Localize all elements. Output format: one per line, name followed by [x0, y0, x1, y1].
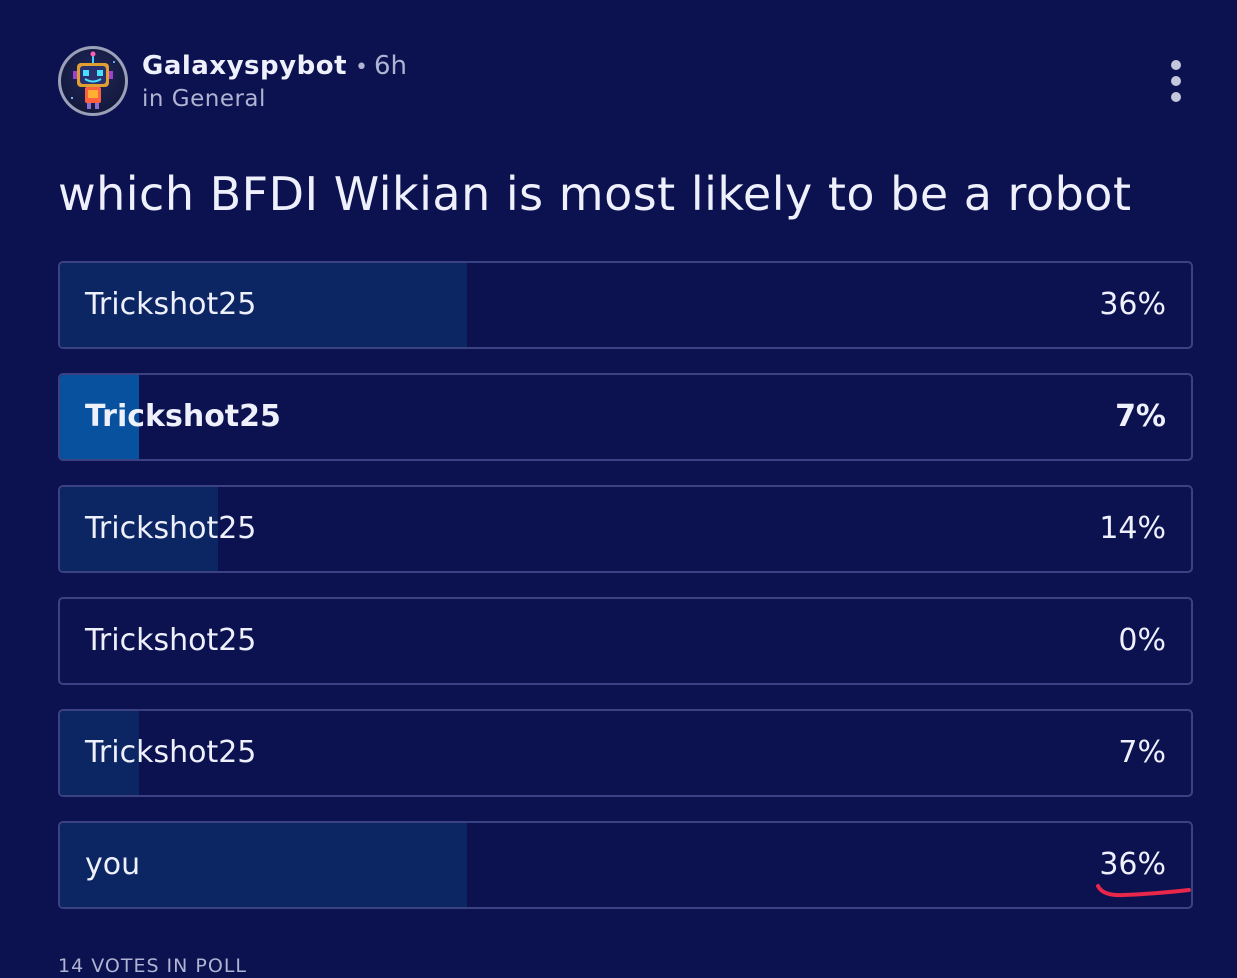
poll-options: Trickshot25 36% Trickshot25 7% Trickshot… [58, 261, 1193, 933]
more-options-button[interactable] [1159, 60, 1193, 102]
author-name[interactable]: Galaxyspybot [142, 51, 347, 81]
poll-option-percent: 7% [1115, 399, 1166, 434]
post-header: Galaxyspybot • 6h in General [58, 44, 1193, 118]
poll-option-percent: 7% [1118, 735, 1166, 770]
post-category[interactable]: in General [142, 85, 407, 113]
vertical-ellipsis-icon [1171, 60, 1181, 70]
poll-option[interactable]: Trickshot25 14% [58, 485, 1193, 573]
poll-option-label: you [85, 847, 141, 882]
poll-option[interactable]: Trickshot25 7% [58, 709, 1193, 797]
poll-option-percent: 36% [1099, 287, 1166, 322]
vote-count: 14 VOTES IN POLL [58, 955, 247, 977]
poll-option[interactable]: you 36% [58, 821, 1193, 909]
poll-option[interactable]: Trickshot25 0% [58, 597, 1193, 685]
poll-option-percent: 36% [1099, 847, 1166, 882]
poll-option-percent: 0% [1118, 623, 1166, 658]
robot-avatar-icon [61, 49, 125, 113]
poll-option-label: Trickshot25 [85, 287, 257, 322]
meta-separator: • [355, 55, 368, 80]
poll-option[interactable]: Trickshot25 7% [58, 373, 1193, 461]
avatar[interactable] [58, 46, 128, 116]
poll-option-label: Trickshot25 [85, 399, 281, 434]
poll-option-label: Trickshot25 [85, 623, 257, 658]
poll-option-label: Trickshot25 [85, 511, 257, 546]
post-meta: Galaxyspybot • 6h in General [142, 50, 407, 113]
poll-option[interactable]: Trickshot25 36% [58, 261, 1193, 349]
poll-option-label: Trickshot25 [85, 735, 257, 770]
poll-post: Galaxyspybot • 6h in General which BFDI Wi… [0, 0, 1237, 978]
post-time: 6h [373, 51, 408, 81]
poll-option-percent: 14% [1099, 511, 1166, 546]
poll-question: which BFDI Wikian is most likely to be a… [58, 167, 1132, 221]
